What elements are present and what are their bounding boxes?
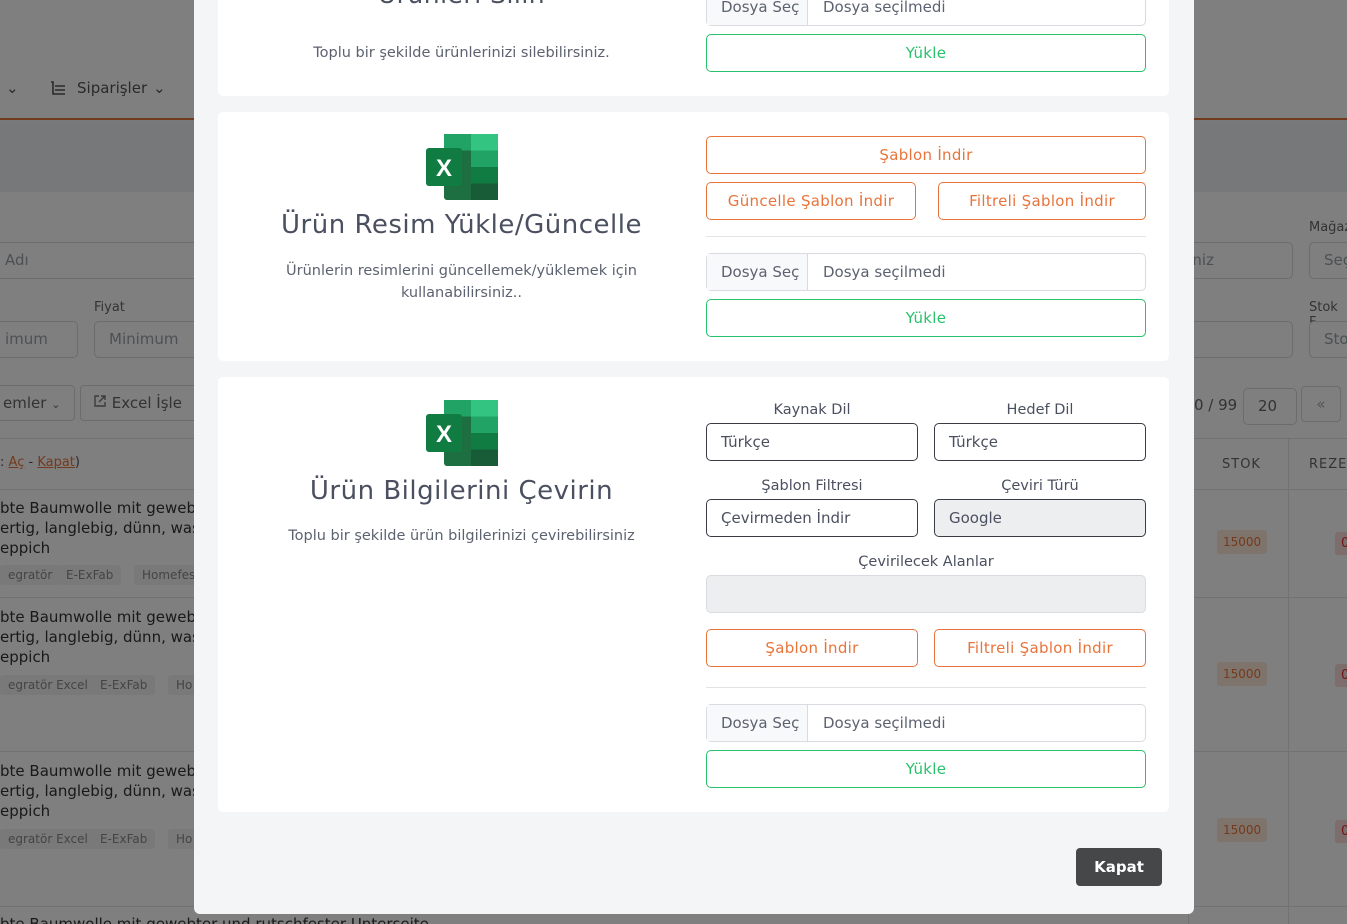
- upload-button[interactable]: Yükle: [706, 750, 1146, 788]
- divider: [706, 687, 1146, 688]
- card-title: Ürün Resim Yükle/Güncelle: [281, 210, 642, 240]
- card-description: Toplu bir şekilde ürün bilgilerinizi çev…: [288, 528, 635, 544]
- filtered-template-download-button[interactable]: Filtreli Şablon İndir: [934, 629, 1146, 667]
- template-filter-select[interactable]: Çevirmeden İndir: [706, 499, 918, 537]
- close-modal-button[interactable]: Kapat: [1076, 848, 1162, 886]
- template-download-button[interactable]: Şablon İndir: [706, 136, 1146, 174]
- excel-icon: X: [426, 134, 498, 200]
- svg-text:X: X: [436, 155, 452, 182]
- choose-file-button[interactable]: Dosya Seç: [707, 254, 808, 290]
- file-status: Dosya seçilmedi: [823, 714, 946, 732]
- translation-type-label: Çeviri Türü: [1001, 478, 1079, 494]
- card-description: Toplu bir şekilde ürünlerinizi silebilir…: [313, 45, 610, 61]
- source-language-select[interactable]: Türkçe: [706, 423, 918, 461]
- excel-icon: X: [426, 400, 498, 466]
- translation-type-select: Google: [934, 499, 1146, 537]
- filtered-template-download-button[interactable]: Filtreli Şablon İndir: [938, 182, 1146, 220]
- target-language-label: Hedef Dil: [1006, 402, 1074, 418]
- fields-to-translate-label: Çevirilecek Alanlar: [858, 554, 994, 570]
- card-title: Ürünleri Silin: [218, 0, 705, 9]
- update-template-download-button[interactable]: Güncelle Şablon İndir: [706, 182, 916, 220]
- upload-button[interactable]: Yükle: [706, 299, 1146, 337]
- choose-file-button[interactable]: Dosya Seç: [707, 0, 808, 25]
- source-language-label: Kaynak Dil: [773, 402, 851, 418]
- excel-operations-modal: Ürünleri Silin Toplu bir şekilde ürünler…: [194, 0, 1194, 914]
- card-title: Ürün Bilgilerini Çevirin: [309, 476, 614, 506]
- upload-button[interactable]: Yükle: [706, 34, 1146, 72]
- delete-products-card: Ürünleri Silin Toplu bir şekilde ürünler…: [218, 0, 1169, 96]
- choose-file-button[interactable]: Dosya Seç: [707, 705, 808, 741]
- fields-to-translate-select[interactable]: [706, 575, 1146, 613]
- file-status: Dosya seçilmedi: [823, 0, 946, 16]
- file-input[interactable]: Dosya Seç Dosya seçilmedi: [706, 0, 1146, 26]
- divider: [706, 236, 1146, 237]
- template-filter-label: Şablon Filtresi: [761, 478, 863, 494]
- file-input[interactable]: Dosya Seç Dosya seçilmedi: [706, 253, 1146, 291]
- file-status: Dosya seçilmedi: [823, 263, 946, 281]
- card-description: Ürünlerin resimlerini güncellemek/yüklem…: [286, 263, 637, 301]
- file-input[interactable]: Dosya Seç Dosya seçilmedi: [706, 704, 1146, 742]
- svg-text:X: X: [436, 421, 452, 448]
- target-language-select[interactable]: Türkçe: [934, 423, 1146, 461]
- translate-products-card: X Ürün Bilgilerini Çevirin Toplu bir şek…: [218, 377, 1169, 812]
- template-download-button[interactable]: Şablon İndir: [706, 629, 918, 667]
- image-upload-card: X Ürün Resim Yükle/Güncelle Ürünlerin re…: [218, 112, 1169, 361]
